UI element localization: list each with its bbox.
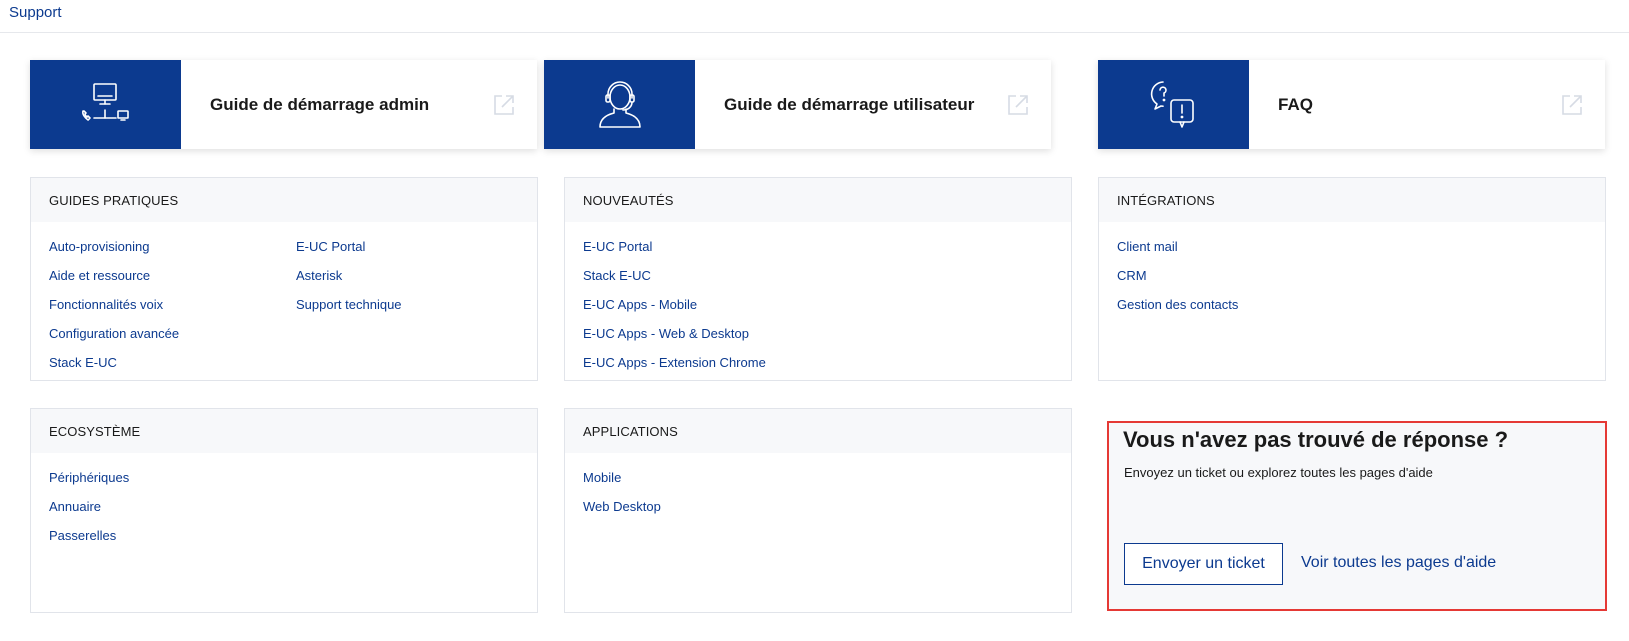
news-link[interactable]: E-UC Portal xyxy=(583,232,766,261)
help-panel: Vous n'avez pas trouvé de réponse ? Envo… xyxy=(1107,421,1607,611)
support-link[interactable]: Support xyxy=(9,4,62,21)
guide-link[interactable]: Support technique xyxy=(296,290,402,319)
section-integrations: INTÉGRATIONS Client mail CRM Gestion des… xyxy=(1098,177,1606,381)
section-nouveautes: NOUVEAUTÉS E-UC Portal Stack E-UC E-UC A… xyxy=(564,177,1072,381)
integration-link[interactable]: Client mail xyxy=(1117,232,1238,261)
section-title: ECOSYSTÈME xyxy=(31,409,537,453)
section-guides-pratiques: GUIDES PRATIQUES Auto-provisioning Aide … xyxy=(30,177,538,381)
integration-link[interactable]: CRM xyxy=(1117,261,1238,290)
ecosystem-link[interactable]: Annuaire xyxy=(49,492,129,521)
integration-link[interactable]: Gestion des contacts xyxy=(1117,290,1238,319)
guide-link[interactable]: Asterisk xyxy=(296,261,402,290)
help-title: Vous n'avez pas trouvé de réponse ? xyxy=(1123,427,1509,452)
quick-card-user-guide[interactable]: Guide de démarrage utilisateur xyxy=(544,60,1051,149)
external-link-icon xyxy=(1539,60,1605,149)
section-title: APPLICATIONS xyxy=(565,409,1071,453)
top-bar: Support xyxy=(0,0,1629,33)
guide-link[interactable]: Configuration avancée xyxy=(49,319,296,348)
news-link[interactable]: E-UC Apps - Mobile xyxy=(583,290,766,319)
section-title: INTÉGRATIONS xyxy=(1099,178,1605,222)
question-exclamation-bubbles-icon xyxy=(1098,60,1249,149)
computer-phone-network-icon xyxy=(30,60,181,149)
guide-link[interactable]: Auto-provisioning xyxy=(49,232,296,261)
guide-link[interactable]: Aide et ressource xyxy=(49,261,296,290)
send-ticket-button[interactable]: Envoyer un ticket xyxy=(1124,543,1283,585)
quick-card-admin-guide[interactable]: Guide de démarrage admin xyxy=(30,60,537,149)
all-help-pages-link[interactable]: Voir toutes les pages d'aide xyxy=(1301,554,1496,572)
external-link-icon xyxy=(471,60,537,149)
section-title: NOUVEAUTÉS xyxy=(565,178,1071,222)
guide-link[interactable]: Stack E-UC xyxy=(49,348,296,377)
application-link[interactable]: Web Desktop xyxy=(583,492,661,521)
application-link[interactable]: Mobile xyxy=(583,463,661,492)
headset-user-icon xyxy=(544,60,695,149)
news-link[interactable]: Stack E-UC xyxy=(583,261,766,290)
external-link-icon xyxy=(985,60,1051,149)
help-subtitle: Envoyez un ticket ou explorez toutes les… xyxy=(1124,465,1433,480)
section-title: GUIDES PRATIQUES xyxy=(31,178,537,222)
section-applications: APPLICATIONS Mobile Web Desktop xyxy=(564,408,1072,613)
quick-card-title: Guide de démarrage utilisateur xyxy=(724,94,975,114)
section-ecosysteme: ECOSYSTÈME Périphériques Annuaire Passer… xyxy=(30,408,538,613)
guide-link[interactable]: E-UC Portal xyxy=(296,232,402,261)
quick-card-faq[interactable]: FAQ xyxy=(1098,60,1605,149)
news-link[interactable]: E-UC Apps - Extension Chrome xyxy=(583,348,766,377)
guide-link[interactable]: Fonctionnalités voix xyxy=(49,290,296,319)
ecosystem-link[interactable]: Périphériques xyxy=(49,463,129,492)
ecosystem-link[interactable]: Passerelles xyxy=(49,521,129,550)
quick-card-title: FAQ xyxy=(1278,94,1313,114)
quick-card-title: Guide de démarrage admin xyxy=(210,94,430,114)
news-link[interactable]: E-UC Apps - Web & Desktop xyxy=(583,319,766,348)
